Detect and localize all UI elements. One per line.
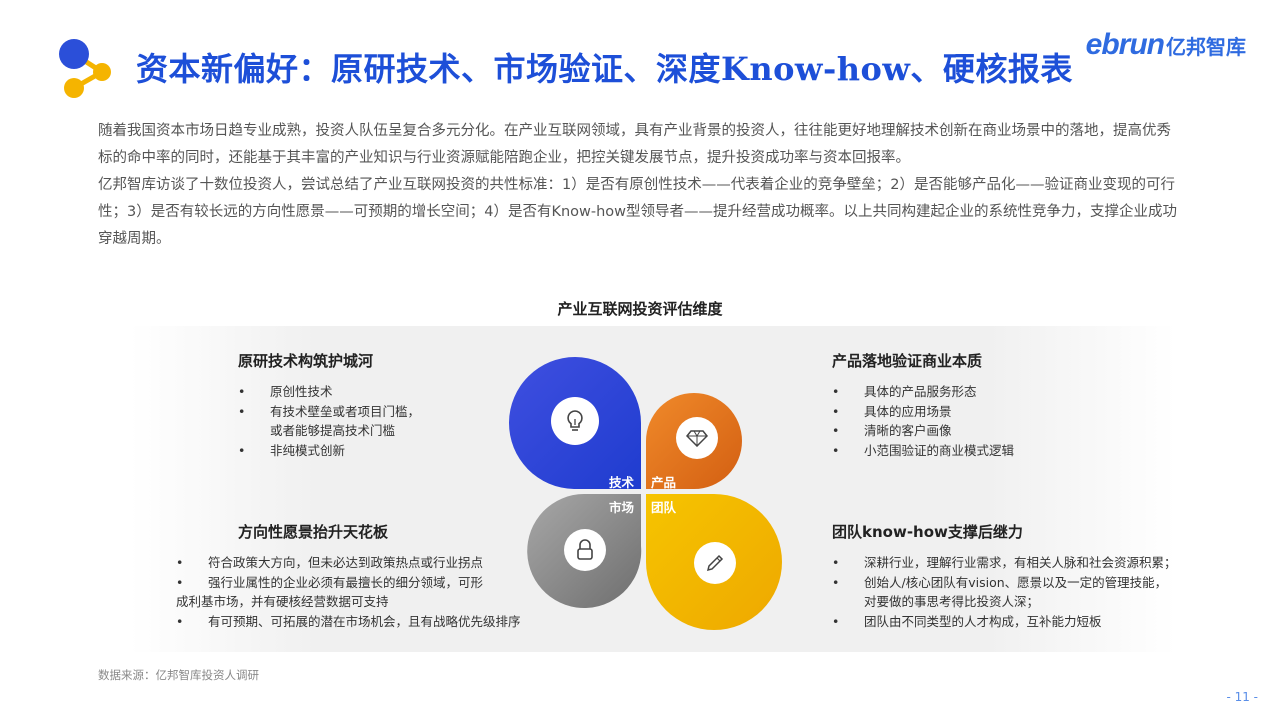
quadrant-list-tech: 原创性技术 有技术壁垒或者项目门槛， 或者能够提高技术门槛 非纯模式创新	[238, 382, 420, 460]
brand-logo-en: ebrun	[1085, 28, 1165, 61]
lightbulb-icon	[551, 397, 599, 445]
page-title: 资本新偏好：原研技术、市场验证、深度Know-how、硬核报表	[136, 50, 1073, 88]
list-item: 深耕行业，理解行业需求，有相关人脉和社会资源积累；	[832, 553, 1212, 573]
molecule-logo-icon	[59, 39, 111, 98]
list-item-continuation-text: 对要做的事思考得比投资人深；	[864, 594, 1040, 609]
quadrant-list-product: 具体的产品服务形态 具体的应用场景 清晰的客户画像 小范围验证的商业模式逻辑	[832, 382, 1014, 460]
lock-icon	[564, 529, 606, 571]
quadrant-list-team: 深耕行业，理解行业需求，有相关人脉和社会资源积累； 创始人/核心团队有visio…	[832, 553, 1212, 631]
quadrant-list-market: 符合政策大方向，但未必达到政策热点或行业拐点 强行业属性的企业必须有最擅长的细分…	[176, 553, 556, 631]
list-item-continuation-text: 或者能够提高技术门槛	[270, 423, 396, 438]
quadrant-title-team: 团队know-how支撑后继力	[832, 523, 1023, 541]
list-item: 符合政策大方向，但未必达到政策热点或行业拐点	[176, 553, 556, 573]
list-item: 具体的应用场景	[832, 402, 1014, 422]
diamond-icon	[676, 417, 718, 459]
list-item: 强行业属性的企业必须有最擅长的细分领域，可形	[176, 573, 556, 593]
list-item-continuation: 对要做的事思考得比投资人深；	[832, 592, 1212, 612]
petal-label-tech: 技术	[609, 475, 635, 490]
list-item-continuation-text: 成利基市场，并有硬核经营数据可支持	[176, 594, 389, 609]
intro-text: 随着我国资本市场日趋专业成熟，投资人队伍呈复合多元分化。在产业互联网领域，具有产…	[98, 118, 1184, 253]
list-item-continuation: 或者能够提高技术门槛	[238, 421, 420, 441]
list-item: 原创性技术	[238, 382, 420, 402]
quadrant-title-product: 产品落地验证商业本质	[832, 352, 983, 370]
quadrant-title-market: 方向性愿景抬升天花板	[238, 523, 389, 541]
list-item: 非纯模式创新	[238, 441, 420, 461]
petal-label-product: 产品	[651, 475, 677, 490]
petal-label-team: 团队	[651, 500, 677, 515]
page-number: - 11 -	[1226, 690, 1258, 704]
list-item: 团队由不同类型的人才构成，互补能力短板	[832, 612, 1212, 632]
list-item: 有可预期、可拓展的潜在市场机会，且有战略优先级排序	[176, 612, 556, 632]
chart-title: 产业互联网投资评估维度	[557, 300, 723, 318]
data-source-note: 数据来源：亿邦智库投资人调研	[98, 668, 259, 682]
list-item: 具体的产品服务形态	[832, 382, 1014, 402]
brand-logo-cn: 亿邦智库	[1166, 35, 1246, 59]
pencil-icon	[694, 542, 736, 584]
list-item: 小范围验证的商业模式逻辑	[832, 441, 1014, 461]
brand-logo: ebrun 亿邦智库	[1086, 28, 1246, 62]
list-item: 有技术壁垒或者项目门槛，	[238, 402, 420, 422]
quadrant-title-tech: 原研技术构筑护城河	[238, 352, 374, 370]
list-item: 创始人/核心团队有vision、愿景以及一定的管理技能，	[832, 573, 1212, 593]
list-item: 清晰的客户画像	[832, 421, 1014, 441]
list-item-continuation: 成利基市场，并有硬核经营数据可支持	[176, 592, 556, 612]
intro-paragraph-1: 随着我国资本市场日趋专业成熟，投资人队伍呈复合多元分化。在产业互联网领域，具有产…	[98, 123, 1171, 166]
petal-label-market: 市场	[609, 500, 635, 515]
four-petal-diagram	[509, 357, 782, 630]
intro-paragraph-2: 亿邦智库访谈了十数位投资人，尝试总结了产业互联网投资的共性标准：1）是否有原创性…	[98, 177, 1178, 247]
